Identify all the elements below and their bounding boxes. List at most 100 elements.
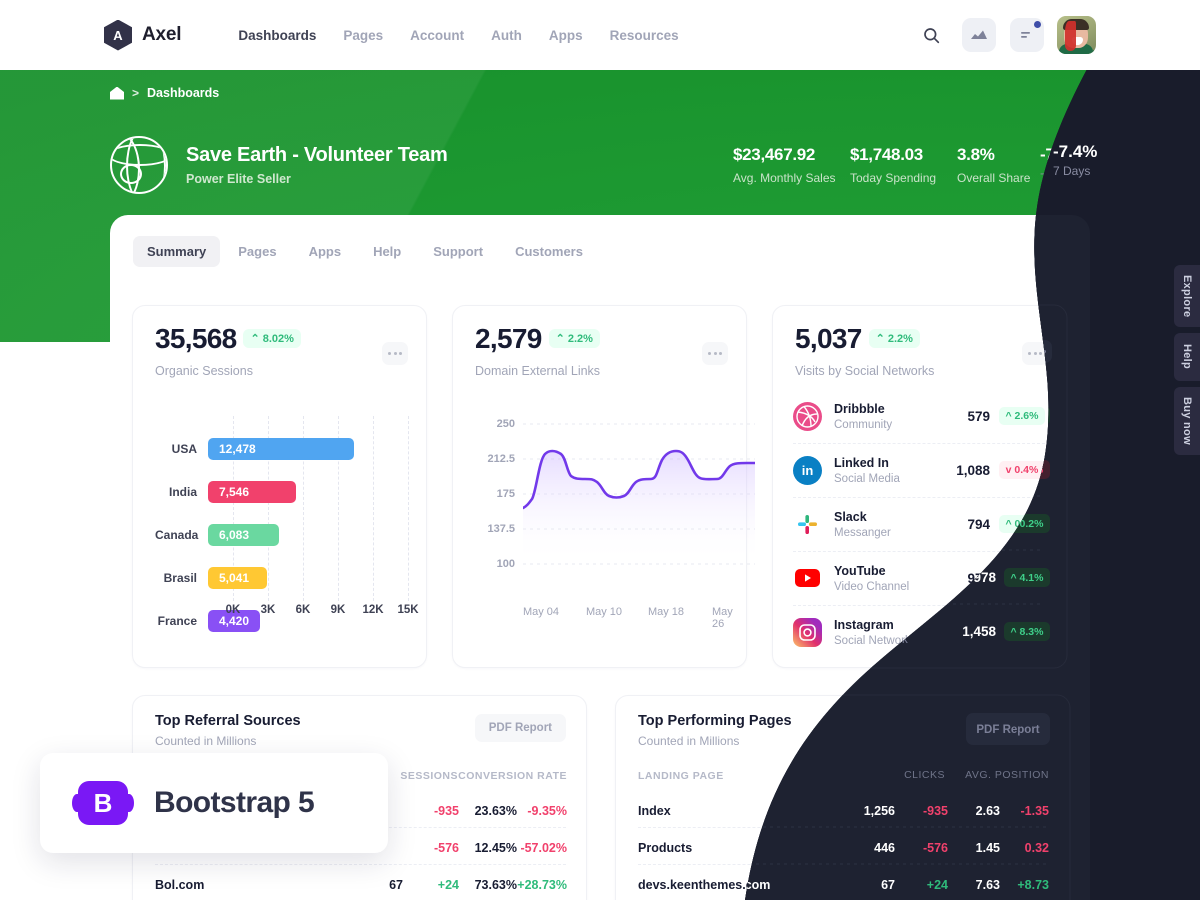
line-xtick-may04: May 04 xyxy=(522,606,560,618)
pages-row-position-delta: +8.73 xyxy=(1018,878,1050,892)
ellipsis-icon[interactable] xyxy=(382,342,408,365)
bootstrap-icon: B xyxy=(72,781,134,825)
rail-explore-button[interactable]: Explore xyxy=(1174,265,1200,327)
referral-row-sessions: 67 xyxy=(389,878,403,892)
referral-row-name: Bol.com xyxy=(155,878,205,892)
referral-col-sessions: SESSIONS xyxy=(400,770,458,782)
bar-chart: USA 12,478 India 7,546 Canada 6,083 Brasil 5… xyxy=(155,416,425,632)
list-item[interactable]: YouTube Video Channel 978 ^ 4.1% xyxy=(793,551,1045,605)
bar-xtick-6k: 6K xyxy=(295,604,311,616)
nav-link-auth[interactable]: Auth xyxy=(491,28,522,43)
pages-row-clicks-delta: +24 xyxy=(922,878,944,892)
pages-row-clicks: 67 xyxy=(882,878,896,892)
chart-icon[interactable] xyxy=(962,18,996,52)
list-item-text: Dribbble Community xyxy=(834,402,892,431)
list-item-text: YouTube Video Channel xyxy=(834,564,909,593)
pages-row-position-delta: 0.32 xyxy=(1025,841,1050,855)
notification-badge xyxy=(1034,21,1041,28)
list-item-text: Slack Messanger xyxy=(834,510,891,539)
referral-row-rate-delta: -57.02% xyxy=(520,841,567,855)
ellipsis-icon[interactable] xyxy=(1022,342,1048,365)
hero-body: Save Earth - Volunteer Team Power Elite … xyxy=(110,130,1100,200)
list-item[interactable]: Instagram Social Network 1,458 ^ 8.3% xyxy=(793,605,1045,659)
social-sub: Social Media xyxy=(834,472,900,485)
referral-row-sessions-delta: -576 xyxy=(433,841,459,855)
hero-stat-value: $1,748.03 xyxy=(850,145,923,164)
social-delta-badge: ⌃ 2.2% xyxy=(868,329,920,348)
avatar-top[interactable] xyxy=(1057,16,1095,54)
bootstrap-promo-card[interactable]: B Bootstrap 5 xyxy=(40,753,388,853)
domain-delta-badge: ⌃ 2.2% xyxy=(548,329,600,348)
nav-link-resources[interactable]: Resources xyxy=(610,28,679,43)
area-chart-svg xyxy=(523,423,755,565)
page-title: Save Earth - Volunteer Team xyxy=(186,144,448,166)
top-navigation: A Axel Dashboards Pages Account Auth App… xyxy=(0,0,1200,70)
social-name: Dribbble xyxy=(834,401,885,416)
nav-link-apps[interactable]: Apps xyxy=(549,28,583,43)
referral-subtitle: Counted in Millions xyxy=(155,734,257,748)
area-chart: 100 137.5 175 212.5 250 May 04 May 10 Ma… xyxy=(473,418,763,636)
tab-apps[interactable]: Apps xyxy=(295,236,356,267)
hero-stat-overall-share: 3.8% Overall Share xyxy=(957,145,1040,185)
nav-link-dashboards[interactable]: Dashboards xyxy=(238,28,316,43)
search-icon[interactable] xyxy=(914,18,948,52)
card-domain-external-links: 2,579 ⌃ 2.2% Domain External Links 100 13… xyxy=(452,305,755,668)
hero-stat-value: $23,467.92 xyxy=(733,145,816,164)
slack-icon xyxy=(793,510,822,539)
pages-row-clicks-delta: -935 xyxy=(918,804,944,818)
nav-link-account[interactable]: Account xyxy=(410,28,464,43)
breadcrumb-current[interactable]: Dashboards xyxy=(147,86,219,100)
social-name: Linked In xyxy=(834,455,889,470)
home-icon[interactable] xyxy=(110,86,124,100)
bar-xtick-0k: 0K xyxy=(225,604,241,616)
bar-india: 7,546 xyxy=(208,481,296,503)
domain-value: 2,579 xyxy=(475,323,542,354)
referral-row-rate: 12.45% xyxy=(474,841,517,855)
rail-help-button[interactable]: Help xyxy=(1174,333,1200,381)
ellipsis-icon[interactable] xyxy=(702,342,728,365)
rail-buy-now-button[interactable]: Buy now xyxy=(1174,387,1200,455)
social-name: Instagram xyxy=(834,617,894,632)
pdf-report-button[interactable]: PDF Report xyxy=(957,714,1049,742)
social-delta: ^ 4.1% xyxy=(999,569,1045,587)
line-xtick-may10: May 10 xyxy=(585,606,623,618)
nav-link-pages[interactable]: Pages xyxy=(343,28,383,43)
bar-xtick-9k: 9K xyxy=(330,604,346,616)
breadcrumb: > Dashboards xyxy=(110,86,219,100)
referral-row-sessions-delta: -935 xyxy=(433,804,459,818)
list-item[interactable]: in Linked In Social Media 1,088 v 0.4% xyxy=(793,443,1045,497)
pages-col-landing: LANDING PAGE xyxy=(638,770,724,782)
social-delta: ^ 2.6% xyxy=(999,407,1045,425)
brand-logo[interactable]: A Axel xyxy=(104,19,182,51)
referral-row-sessions-delta: +24 xyxy=(437,878,459,892)
social-sub: Messanger xyxy=(834,526,891,539)
tab-customers[interactable]: Customers xyxy=(501,236,597,267)
notifications-icon[interactable] xyxy=(1010,18,1044,52)
tab-help[interactable]: Help xyxy=(359,236,415,267)
rail-label: Buy now xyxy=(1181,397,1193,445)
list-item[interactable]: Slack Messanger 794 ^ 0.2% xyxy=(793,497,1045,551)
tab-summary[interactable]: Summary xyxy=(133,236,221,267)
bootstrap-promo-label: Bootstrap 5 xyxy=(154,786,315,819)
pages-row-clicks: 446 xyxy=(875,841,896,855)
bar-xtick-15k: 15K xyxy=(397,604,419,616)
social-delta: ^ 8.3% xyxy=(999,623,1045,641)
organic-value: 35,568 xyxy=(155,323,237,354)
referral-title: Top Referral Sources xyxy=(155,713,301,729)
list-item-text: Instagram Social Network xyxy=(834,618,911,647)
social-delta: v 0.4% xyxy=(999,461,1045,479)
pages-row-position: 2.63 xyxy=(976,804,1001,818)
hero-stats: $23,467.92 Avg. Monthly Sales $1,748.03 … xyxy=(733,145,1100,185)
tab-pages[interactable]: Pages xyxy=(224,236,290,267)
bar-xtick-3k: 3K xyxy=(260,604,276,616)
tab-support[interactable]: Support xyxy=(419,236,497,267)
bar-brasil: 5,041 xyxy=(208,567,267,589)
hero-stat-value: 3.8% xyxy=(957,145,995,164)
list-item-text: Linked In Social Media xyxy=(834,456,900,485)
social-caption: Visits by Social Networks xyxy=(795,364,935,378)
social-sub: Social Network xyxy=(834,634,911,647)
bar-label-usa: USA xyxy=(171,442,197,456)
social-value-cell: 579 xyxy=(967,408,990,424)
pdf-report-button[interactable]: PDF Report xyxy=(474,714,566,742)
list-item[interactable]: Dribbble Community 579 ^ 2.6% xyxy=(793,389,1045,443)
